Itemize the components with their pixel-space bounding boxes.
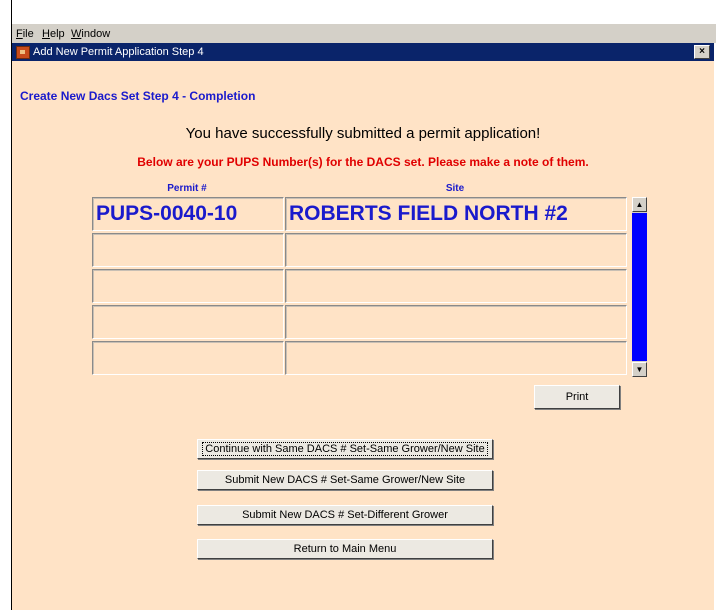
continue-same-grower-button[interactable]: Continue with Same DACS # Set-Same Growe… bbox=[197, 439, 493, 459]
permit-application-window: Add New Permit Application Step 4 × Crea… bbox=[12, 43, 714, 610]
menu-bar: File Help Window bbox=[12, 24, 716, 43]
permit-cell[interactable] bbox=[92, 305, 284, 339]
site-cell[interactable]: ROBERTS FIELD NORTH #2 bbox=[285, 197, 627, 231]
window-title: Add New Permit Application Step 4 bbox=[33, 46, 204, 58]
menu-window[interactable]: Window bbox=[71, 28, 110, 40]
permit-cell[interactable] bbox=[92, 341, 284, 375]
grid-scrollbar[interactable]: ▲ ▼ bbox=[632, 197, 647, 377]
permit-number: PUPS-0040-10 bbox=[96, 202, 238, 225]
table-row: PUPS-0040-10 ROBERTS FIELD NORTH #2 bbox=[92, 197, 628, 233]
site-cell[interactable] bbox=[285, 305, 627, 339]
window-title-bar[interactable]: Add New Permit Application Step 4 × bbox=[12, 43, 714, 61]
permit-grid: PUPS-0040-10 ROBERTS FIELD NORTH #2 bbox=[92, 197, 628, 377]
return-main-menu-button[interactable]: Return to Main Menu bbox=[197, 539, 493, 559]
print-button[interactable]: Print bbox=[534, 385, 620, 409]
close-icon[interactable]: × bbox=[694, 45, 710, 59]
column-header-permit: Permit # bbox=[167, 183, 207, 194]
permit-cell[interactable] bbox=[92, 269, 284, 303]
scroll-up-icon[interactable]: ▲ bbox=[632, 197, 647, 212]
table-row bbox=[92, 305, 628, 341]
menu-file[interactable]: File bbox=[16, 28, 34, 40]
continue-same-grower-label: Continue with Same DACS # Set-Same Growe… bbox=[202, 442, 488, 456]
menu-help[interactable]: Help bbox=[42, 28, 65, 40]
column-header-site: Site bbox=[445, 183, 465, 194]
site-cell[interactable] bbox=[285, 341, 627, 375]
permit-cell[interactable]: PUPS-0040-10 bbox=[92, 197, 284, 231]
permit-cell[interactable] bbox=[92, 233, 284, 267]
submit-same-grower-button[interactable]: Submit New DACS # Set-Same Grower/New Si… bbox=[197, 470, 493, 490]
scroll-down-icon[interactable]: ▼ bbox=[632, 362, 647, 377]
app-icon bbox=[16, 46, 30, 59]
table-row bbox=[92, 233, 628, 269]
site-name: ROBERTS FIELD NORTH #2 bbox=[289, 202, 568, 225]
site-cell[interactable] bbox=[285, 269, 627, 303]
scroll-thumb[interactable] bbox=[632, 213, 647, 361]
table-row bbox=[92, 269, 628, 305]
step-title: Create New Dacs Set Step 4 - Completion bbox=[20, 89, 256, 103]
pups-note: Below are your PUPS Number(s) for the DA… bbox=[137, 155, 589, 169]
table-row bbox=[92, 341, 628, 377]
site-cell[interactable] bbox=[285, 233, 627, 267]
success-message: You have successfully submitted a permit… bbox=[185, 125, 541, 142]
submit-different-grower-button[interactable]: Submit New DACS # Set-Different Grower bbox=[197, 505, 493, 525]
